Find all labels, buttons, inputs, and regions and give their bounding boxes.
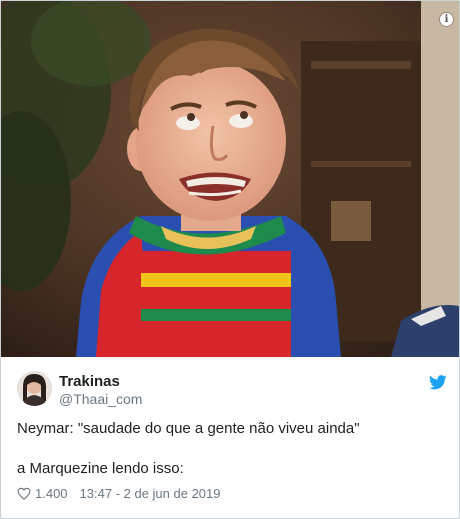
tweet-card: i Trakinas @Thaai_com Neymar: "saudade d… xyxy=(0,0,460,519)
user-handle[interactable]: @Thaai_com xyxy=(59,391,142,407)
like-count[interactable]: 1.400 xyxy=(35,486,68,501)
tweet-meta: 1.400 13:47 - 2 de jun de 2019 xyxy=(17,486,221,501)
display-name[interactable]: Trakinas xyxy=(59,373,120,390)
meme-photo xyxy=(1,1,459,357)
tweet-text-line: a Marquezine lendo isso: xyxy=(17,460,184,477)
avatar-image xyxy=(17,371,52,406)
twitter-bird-icon[interactable] xyxy=(429,375,447,390)
tweet-text: Neymar: "saudade do que a gente não vive… xyxy=(17,419,447,479)
info-icon[interactable]: i xyxy=(440,13,453,26)
heart-icon[interactable] xyxy=(17,487,31,500)
avatar[interactable] xyxy=(17,371,52,406)
tweet-media-image[interactable]: i xyxy=(1,1,459,357)
tweet-header: Trakinas @Thaai_com xyxy=(17,371,447,411)
tweet-text-line: Neymar: "saudade do que a gente não vive… xyxy=(17,420,360,437)
timestamp[interactable]: 13:47 - 2 de jun de 2019 xyxy=(80,486,221,501)
